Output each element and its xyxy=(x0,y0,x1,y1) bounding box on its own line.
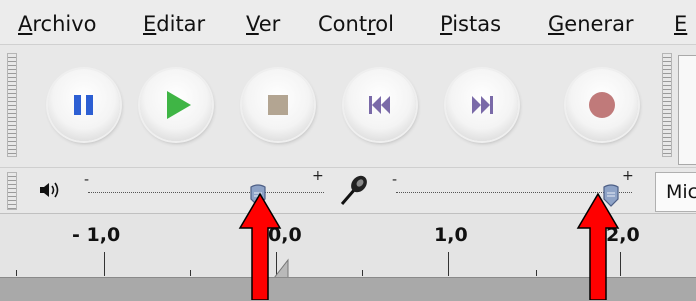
menu-ver-label: er xyxy=(258,12,281,36)
menu-efecto-accel: E xyxy=(674,12,688,36)
speaker-icon xyxy=(40,182,59,198)
menu-generar-accel: G xyxy=(548,12,565,36)
input-source-label: Mic xyxy=(666,181,696,203)
pause-icon xyxy=(74,95,93,115)
menu-pistas-label: istas xyxy=(452,12,502,36)
menu-ver[interactable]: Ver xyxy=(246,12,280,36)
input-source-select[interactable]: Mic xyxy=(655,172,696,212)
ruler-label-minus-1: - 1,0 xyxy=(72,224,121,246)
menu-editar[interactable]: Editar xyxy=(143,12,205,36)
menu-control-label: ol xyxy=(375,12,394,36)
annotation-arrow-playback xyxy=(238,192,282,300)
skip-to-start-button[interactable] xyxy=(344,69,416,141)
menu-editar-accel: E xyxy=(143,12,157,36)
mixer-grip[interactable] xyxy=(7,172,17,210)
transport-toolbar xyxy=(0,45,696,167)
menu-generar[interactable]: Generar xyxy=(548,12,634,36)
ruler-tick xyxy=(190,270,191,276)
menu-archivo-label: rchivo xyxy=(32,12,97,36)
menu-archivo[interactable]: Archivo xyxy=(18,12,97,36)
playback-minus-label: - xyxy=(84,172,90,188)
menu-ver-accel: V xyxy=(246,12,259,36)
microphone-icon xyxy=(340,175,367,205)
skip-to-end-button[interactable] xyxy=(446,69,518,141)
pause-button[interactable] xyxy=(48,69,120,141)
menu-bar: Archivo Editar Ver Control Pistas Genera… xyxy=(0,0,696,45)
menu-editar-label: ditar xyxy=(156,12,206,36)
ruler-tick xyxy=(104,252,105,276)
recording-plus-label: + xyxy=(622,168,634,184)
recording-minus-label: - xyxy=(392,172,398,188)
menu-control-pre: Cont xyxy=(318,12,368,36)
menu-archivo-accel: A xyxy=(18,12,33,36)
ruler-tick xyxy=(362,270,363,276)
stop-icon xyxy=(268,95,288,115)
menu-pistas[interactable]: Pistas xyxy=(440,12,501,36)
ruler-label-1: 1,0 xyxy=(434,224,468,246)
ruler-tick xyxy=(448,252,449,276)
record-icon xyxy=(589,92,615,118)
toolbar-grip-2[interactable] xyxy=(662,53,672,157)
skip-end-icon xyxy=(472,96,493,114)
menu-pistas-accel: P xyxy=(440,12,453,36)
record-button[interactable] xyxy=(566,69,638,141)
playback-plus-label: + xyxy=(312,168,324,184)
play-button[interactable] xyxy=(140,69,212,141)
menu-efecto[interactable]: E xyxy=(674,12,687,36)
stop-button[interactable] xyxy=(242,69,314,141)
menu-generar-label: enerar xyxy=(564,12,634,36)
ruler-tick xyxy=(536,270,537,276)
toolbar-grip[interactable] xyxy=(7,53,17,157)
ruler-tick xyxy=(16,270,17,276)
playback-volume-track[interactable] xyxy=(88,192,324,193)
play-icon xyxy=(167,91,191,119)
annotation-arrow-recording xyxy=(576,192,620,300)
menu-control[interactable]: Control xyxy=(318,12,394,36)
skip-start-icon xyxy=(369,96,390,114)
tools-panel-edge xyxy=(678,55,696,165)
